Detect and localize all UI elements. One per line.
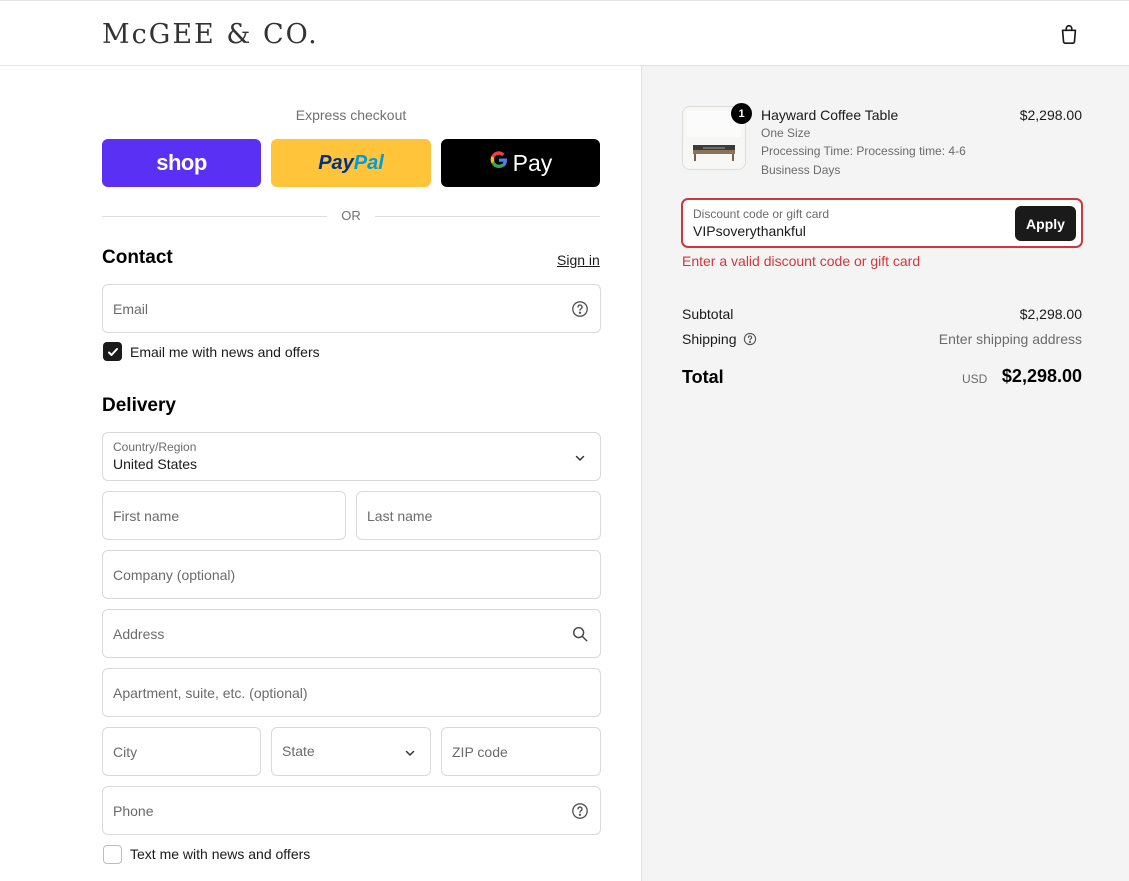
shopping-bag-icon: [1061, 24, 1077, 44]
discount-input-value[interactable]: VIPsoverythankful: [693, 223, 806, 239]
subtotal-label: Subtotal: [682, 306, 734, 322]
first-name-field[interactable]: [102, 491, 346, 540]
express-checkout-label: Express checkout: [295, 107, 407, 123]
country-value: United States: [113, 456, 198, 472]
state-select[interactable]: State: [271, 727, 431, 776]
email-news-checkbox[interactable]: [103, 342, 122, 361]
country-label: Country/Region: [113, 440, 197, 454]
google-logo-icon: [490, 151, 507, 169]
cart-button[interactable]: [1057, 22, 1081, 46]
shipping-label: Shipping: [682, 331, 737, 347]
checkmark-icon: [107, 347, 118, 356]
phone-input[interactable]: [103, 787, 600, 834]
address-field[interactable]: [102, 609, 601, 658]
total-label: Total: [682, 367, 724, 387]
sign-in-link[interactable]: Sign in: [557, 252, 600, 268]
contact-title: Contact: [102, 247, 173, 268]
product-price: $2,298.00: [1019, 107, 1082, 123]
discount-error-message: Enter a valid discount code or gift card: [682, 253, 921, 269]
phone-field[interactable]: [102, 786, 601, 835]
paypal-button[interactable]: Pay Pal: [271, 139, 431, 187]
shop-pay-button[interactable]: shop: [102, 139, 261, 187]
company-field[interactable]: [102, 550, 601, 599]
paypal-label-part1: Pay: [318, 151, 354, 174]
email-field[interactable]: [102, 284, 601, 333]
help-circle-icon[interactable]: [743, 332, 757, 346]
divider-line-left: [102, 216, 327, 217]
text-news-label: Text me with news and offers: [130, 846, 311, 862]
help-circle-icon[interactable]: [571, 300, 589, 318]
google-g-icon: [489, 150, 509, 176]
or-label: OR: [341, 208, 361, 223]
state-placeholder: State: [282, 743, 315, 759]
company-input[interactable]: [103, 551, 600, 598]
discount-code-field[interactable]: Discount code or gift card VIPsoverythan…: [681, 198, 1083, 248]
google-pay-label: Pay: [512, 149, 553, 176]
product-name: Hayward Coffee Table: [761, 107, 899, 123]
chevron-down-icon: [575, 455, 585, 462]
quantity-badge: 1: [731, 103, 752, 124]
total-value: $2,298.00: [1001, 366, 1082, 386]
apartment-input[interactable]: [103, 669, 600, 716]
product-processing-time: Processing Time: Processing time: 4-6: [761, 144, 966, 158]
city-input[interactable]: [103, 728, 260, 775]
shipping-value: Enter shipping address: [938, 331, 1082, 347]
google-pay-button[interactable]: Pay: [441, 139, 600, 187]
apartment-field[interactable]: [102, 668, 601, 717]
zip-input[interactable]: [442, 728, 600, 775]
email-input[interactable]: [103, 285, 600, 332]
shop-pay-label: shop: [156, 150, 207, 175]
help-circle-icon[interactable]: [571, 802, 589, 820]
or-divider: OR: [102, 207, 600, 225]
city-field[interactable]: [102, 727, 261, 776]
text-news-checkbox[interactable]: [103, 845, 122, 864]
product-processing-time-cont: Business Days: [761, 163, 841, 177]
search-icon: [572, 626, 588, 642]
country-select[interactable]: Country/Region United States: [102, 432, 601, 481]
zip-field[interactable]: [441, 727, 601, 776]
divider-line-right: [375, 216, 600, 217]
chevron-down-icon: [405, 750, 415, 757]
subtotal-value: $2,298.00: [1019, 306, 1082, 322]
discount-label: Discount code or gift card: [693, 207, 830, 221]
product-variant: One Size: [761, 126, 811, 140]
address-input[interactable]: [103, 610, 600, 657]
order-summary-panel: [641, 66, 1129, 881]
first-name-input[interactable]: [103, 492, 345, 539]
site-header: McGEE & CO.: [0, 0, 1129, 66]
brand-logo[interactable]: McGEE & CO.: [102, 19, 319, 50]
email-news-label: Email me with news and offers: [130, 344, 320, 360]
last-name-input[interactable]: [357, 492, 600, 539]
delivery-title: Delivery: [102, 395, 176, 416]
paypal-label-part2: Pal: [353, 151, 384, 174]
last-name-field[interactable]: [356, 491, 601, 540]
apply-discount-button[interactable]: Apply: [1015, 206, 1076, 241]
